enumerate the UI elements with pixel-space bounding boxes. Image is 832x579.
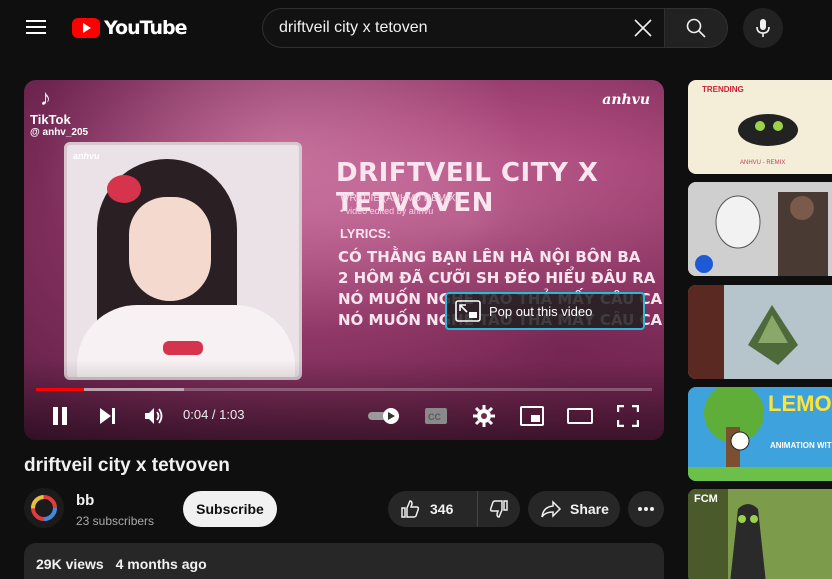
- top-bar: YouTube: [0, 0, 832, 56]
- captions-button[interactable]: CC: [422, 400, 450, 432]
- clear-search-icon[interactable]: [630, 15, 656, 41]
- thumbnail-caption: ANHVU - REMIX: [740, 160, 786, 166]
- voice-search-button[interactable]: [743, 8, 783, 48]
- subscriber-count: 23 subscribers: [76, 514, 155, 528]
- pause-icon: [53, 407, 67, 425]
- next-icon: [100, 408, 115, 424]
- pop-out-label: Pop out this video: [489, 303, 593, 319]
- next-button[interactable]: [94, 400, 122, 432]
- fullscreen-button[interactable]: [614, 400, 642, 432]
- thumbs-up-icon: [401, 500, 420, 518]
- search-bar: [262, 8, 728, 48]
- view-count: 29K views: [36, 556, 104, 572]
- youtube-logo[interactable]: YouTube: [72, 17, 187, 39]
- upload-age: 4 months ago: [115, 556, 207, 572]
- volume-icon: [145, 408, 163, 424]
- lyric-line: 2 HÔM ĐÃ CƯỠI SH ĐÉO HIỂU ĐÂU RA: [338, 269, 656, 287]
- settings-button[interactable]: [470, 400, 498, 432]
- search-button[interactable]: [664, 8, 728, 48]
- recommended-video-thumbnail[interactable]: LEMO TRE ANIMATION WITH LY 3: [688, 387, 832, 481]
- thumbnail-subcaption: ANIMATION WITH LY: [770, 441, 832, 450]
- video-player[interactable]: ♪ TikTok @ anhv_205 anhvu anhvu DRIFTVEI…: [24, 80, 664, 440]
- pop-out-video-button[interactable]: Pop out this video: [445, 292, 645, 330]
- video-overlay-credit: • video edited by anhvu: [340, 206, 434, 216]
- more-actions-button[interactable]: [628, 491, 664, 527]
- captions-icon: CC: [425, 408, 447, 424]
- channel-name[interactable]: bb: [76, 492, 94, 509]
- video-overlay-subtitle: WRXDIE (ANHVU REMIX): [340, 193, 459, 204]
- like-dislike-group: 346: [388, 491, 520, 527]
- video-artwork: anhvu: [64, 142, 302, 380]
- lyrics-heading: LYRICS:: [340, 226, 391, 241]
- channel-watermark: anhvu: [602, 92, 650, 108]
- autoplay-toggle[interactable]: [366, 400, 402, 432]
- artwork-logo: anhvu: [73, 151, 100, 161]
- description-box[interactable]: 29K views 4 months ago: [24, 543, 664, 579]
- recommended-video-thumbnail[interactable]: FCM 1: [688, 489, 832, 579]
- like-button[interactable]: 346: [388, 491, 478, 527]
- logo-text: YouTube: [104, 17, 187, 39]
- theater-mode-icon: [567, 408, 593, 424]
- pause-button[interactable]: [46, 400, 74, 432]
- progress-played: [36, 388, 85, 391]
- miniplayer-icon: [520, 406, 544, 426]
- recommended-video-thumbnail[interactable]: 4: [688, 182, 832, 276]
- svg-text:CC: CC: [428, 412, 441, 422]
- video-title: driftveil city x tetvoven: [24, 455, 230, 476]
- like-count: 346: [430, 501, 454, 517]
- search-box: [262, 8, 664, 48]
- progress-bar[interactable]: [36, 388, 652, 391]
- autoplay-icon: [368, 408, 399, 424]
- fullscreen-icon: [617, 405, 639, 427]
- svg-text:TRENDING: TRENDING: [702, 85, 744, 94]
- channel-avatar[interactable]: [24, 488, 64, 528]
- theater-mode-button[interactable]: [566, 400, 594, 432]
- thumbnail-caption: FCM: [694, 493, 718, 505]
- tiktok-icon: ♪: [40, 85, 51, 110]
- thumbs-down-icon: [489, 500, 508, 518]
- share-icon: [541, 500, 562, 518]
- search-icon: [686, 18, 706, 38]
- recommended-video-thumbnail[interactable]: TRENDING ANHVU - REMIX 3: [688, 80, 832, 174]
- pop-out-icon: [455, 300, 481, 322]
- tiktok-name: TikTok: [30, 112, 71, 127]
- microphone-icon: [756, 19, 770, 37]
- gear-icon: [473, 405, 495, 427]
- youtube-play-icon: [72, 18, 100, 38]
- tiktok-watermark: ♪ TikTok @ anhv_205: [30, 85, 90, 139]
- more-icon: [638, 507, 654, 511]
- time-display: 0:04 / 1:03: [183, 407, 245, 422]
- search-input[interactable]: [279, 19, 619, 37]
- subscribe-button[interactable]: Subscribe: [183, 491, 277, 527]
- menu-icon[interactable]: [22, 16, 50, 40]
- dislike-button[interactable]: [478, 491, 520, 527]
- share-button[interactable]: Share: [528, 491, 620, 527]
- recommended-video-thumbnail[interactable]: 2: [688, 285, 832, 379]
- lyric-line: CÓ THẰNG BẠN LÊN HÀ NỘI BÔN BA: [338, 248, 641, 266]
- miniplayer-button[interactable]: [518, 400, 546, 432]
- share-label: Share: [570, 501, 609, 517]
- volume-button[interactable]: [140, 400, 168, 432]
- tiktok-handle: @ anhv_205: [30, 127, 89, 138]
- thumbnail-caption: LEMO TRE: [768, 391, 832, 416]
